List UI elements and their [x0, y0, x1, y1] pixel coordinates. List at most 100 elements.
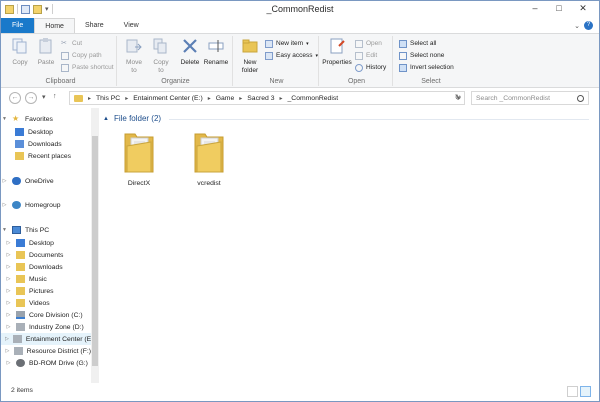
nav-downloads[interactable]: Downloads — [1, 138, 91, 150]
nav-drive-c[interactable]: ▷ Core Division (C:) — [1, 309, 91, 321]
tab-share[interactable]: Share — [75, 18, 114, 33]
copy-button[interactable]: Copy — [7, 37, 33, 67]
move-to-button[interactable]: Move to — [121, 37, 147, 75]
chevron-right-icon[interactable]: ▸ — [239, 95, 242, 102]
delete-button[interactable]: Delete — [177, 37, 203, 67]
chevron-down-icon[interactable]: ▼ — [1, 116, 8, 122]
rename-button[interactable]: Rename — [203, 37, 229, 67]
details-view-button[interactable] — [567, 386, 578, 397]
cut-button[interactable]: ✂ Cut — [61, 38, 82, 49]
chevron-right-icon[interactable]: ▸ — [279, 95, 282, 102]
back-button[interactable]: ← — [9, 92, 21, 104]
chevron-right-icon[interactable]: ▷ — [5, 324, 12, 330]
chevron-down-icon[interactable]: ▼ — [1, 227, 8, 233]
invert-selection-button[interactable]: Invert selection — [399, 62, 454, 73]
nav-music[interactable]: ▷ Music — [1, 273, 91, 285]
tab-file[interactable]: File — [1, 18, 35, 33]
chevron-right-icon[interactable]: ▷ — [5, 288, 12, 294]
search-icon[interactable] — [577, 94, 584, 102]
chevron-right-icon[interactable]: ▷ — [1, 178, 8, 184]
optical-drive-icon — [16, 359, 25, 367]
large-icons-view-button[interactable] — [580, 386, 591, 397]
cut-label: Cut — [72, 40, 83, 47]
nav-drive-g[interactable]: ▷ BD-ROM Drive (G:) — [1, 357, 91, 369]
breadcrumb-game[interactable]: Game — [216, 95, 235, 102]
close-button[interactable]: ✕ — [571, 1, 595, 16]
breadcrumb-current[interactable]: _CommonRedist — [288, 95, 339, 102]
nav-recent-places[interactable]: Recent places — [1, 150, 91, 162]
select-none-button[interactable]: Select none — [399, 50, 444, 61]
chevron-right-icon[interactable]: ▷ — [5, 264, 12, 270]
chevron-right-icon[interactable]: ▸ — [125, 95, 128, 102]
forward-button[interactable]: → — [25, 92, 37, 104]
chevron-right-icon[interactable]: ▷ — [5, 252, 12, 258]
nav-pc-downloads[interactable]: ▷ Downloads — [1, 261, 91, 273]
nav-desktop[interactable]: Desktop — [1, 126, 91, 138]
nav-drive-e[interactable]: ▷ Entainment Center (E:) — [1, 333, 95, 345]
chevron-right-icon[interactable]: ▸ — [88, 95, 91, 102]
scrollbar-thumb[interactable] — [92, 136, 98, 366]
select-all-button[interactable]: Select all — [399, 38, 436, 49]
folder-icon — [194, 133, 224, 173]
group-header[interactable]: ▲ File folder (2) — [103, 114, 161, 123]
nav-drive-f[interactable]: ▷ Resource District (F:) — [1, 345, 91, 357]
help-icon[interactable]: ? — [584, 21, 593, 30]
chevron-down-icon[interactable]: ▲ — [103, 116, 109, 122]
delete-label: Delete — [180, 59, 200, 66]
folder-item-vcredist[interactable]: vcredist — [183, 128, 235, 187]
edit-button[interactable]: Edit — [355, 50, 377, 61]
nav-pictures[interactable]: ▷ Pictures — [1, 285, 91, 297]
chevron-right-icon[interactable]: ▸ — [208, 95, 211, 102]
breadcrumb-this-pc[interactable]: This PC — [96, 95, 120, 102]
tab-home[interactable]: Home — [34, 18, 75, 33]
drive-icon — [12, 335, 22, 343]
recent-locations-chevron-icon[interactable]: ▾ — [42, 93, 46, 101]
chevron-right-icon[interactable]: ▷ — [5, 360, 12, 366]
easy-access-button[interactable]: Easy access ▾ — [265, 50, 318, 61]
item-count: 2 items — [11, 387, 33, 394]
refresh-button[interactable]: ↻ — [451, 91, 465, 105]
breadcrumb-sacred3[interactable]: Sacred 3 — [247, 95, 274, 102]
up-button[interactable]: ↑ — [53, 93, 57, 100]
copy-to-button[interactable]: Copy to — [148, 37, 174, 75]
chevron-right-icon[interactable]: ▷ — [5, 240, 12, 246]
address-bar[interactable]: ▸ This PC ▸ Entainment Center (E:) ▸ Gam… — [69, 91, 465, 105]
group-header-label: File folder (2) — [113, 114, 162, 123]
nav-homegroup[interactable]: ▷ Homegroup — [1, 199, 91, 211]
chevron-right-icon[interactable]: ▷ — [5, 336, 9, 342]
history-button[interactable]: History — [355, 62, 386, 73]
nav-favorites[interactable]: ▼ ★ Favorites — [1, 113, 91, 125]
easy-access-icon — [265, 51, 273, 60]
nav-drive-d[interactable]: ▷ Industry Zone (D:) — [1, 321, 91, 333]
tab-view[interactable]: View — [114, 18, 149, 33]
folder-item-directx[interactable]: DirectX — [113, 128, 165, 187]
search-input[interactable]: Search _CommonRedist — [471, 91, 589, 105]
paste-icon — [39, 38, 52, 54]
new-folder-button[interactable]: New folder — [237, 37, 263, 75]
minimize-ribbon-chevron-icon[interactable]: ⌄ — [574, 22, 580, 30]
nav-label: Pictures — [29, 287, 54, 295]
open-button[interactable]: Open — [355, 38, 382, 49]
breadcrumb-drive[interactable]: Entainment Center (E:) — [133, 95, 203, 102]
chevron-right-icon[interactable]: ▷ — [5, 348, 10, 354]
nav-onedrive[interactable]: ▷ OneDrive — [1, 175, 91, 187]
paste-button[interactable]: Paste — [33, 37, 59, 67]
chevron-right-icon[interactable]: ▷ — [1, 202, 8, 208]
maximize-button[interactable]: □ — [547, 1, 571, 16]
scissors-icon: ✂ — [61, 39, 67, 47]
copy-path-button[interactable]: Copy path — [61, 50, 102, 61]
nav-this-pc[interactable]: ▼ This PC — [1, 224, 91, 236]
folder-icon — [74, 94, 83, 102]
nav-pc-desktop[interactable]: ▷ Desktop — [1, 237, 91, 249]
copy-to-label-2: to — [158, 67, 164, 74]
chevron-right-icon[interactable]: ▷ — [5, 312, 12, 318]
chevron-right-icon[interactable]: ▷ — [5, 300, 12, 306]
chevron-right-icon[interactable]: ▷ — [5, 276, 12, 282]
nav-documents[interactable]: ▷ Documents — [1, 249, 91, 261]
new-item-button[interactable]: New item ▾ — [265, 38, 309, 49]
navigation-scrollbar[interactable] — [91, 108, 99, 383]
properties-button[interactable]: Properties — [321, 37, 353, 67]
minimize-button[interactable]: – — [523, 1, 547, 16]
paste-shortcut-button[interactable]: Paste shortcut — [61, 62, 114, 73]
nav-videos[interactable]: ▷ Videos — [1, 297, 91, 309]
